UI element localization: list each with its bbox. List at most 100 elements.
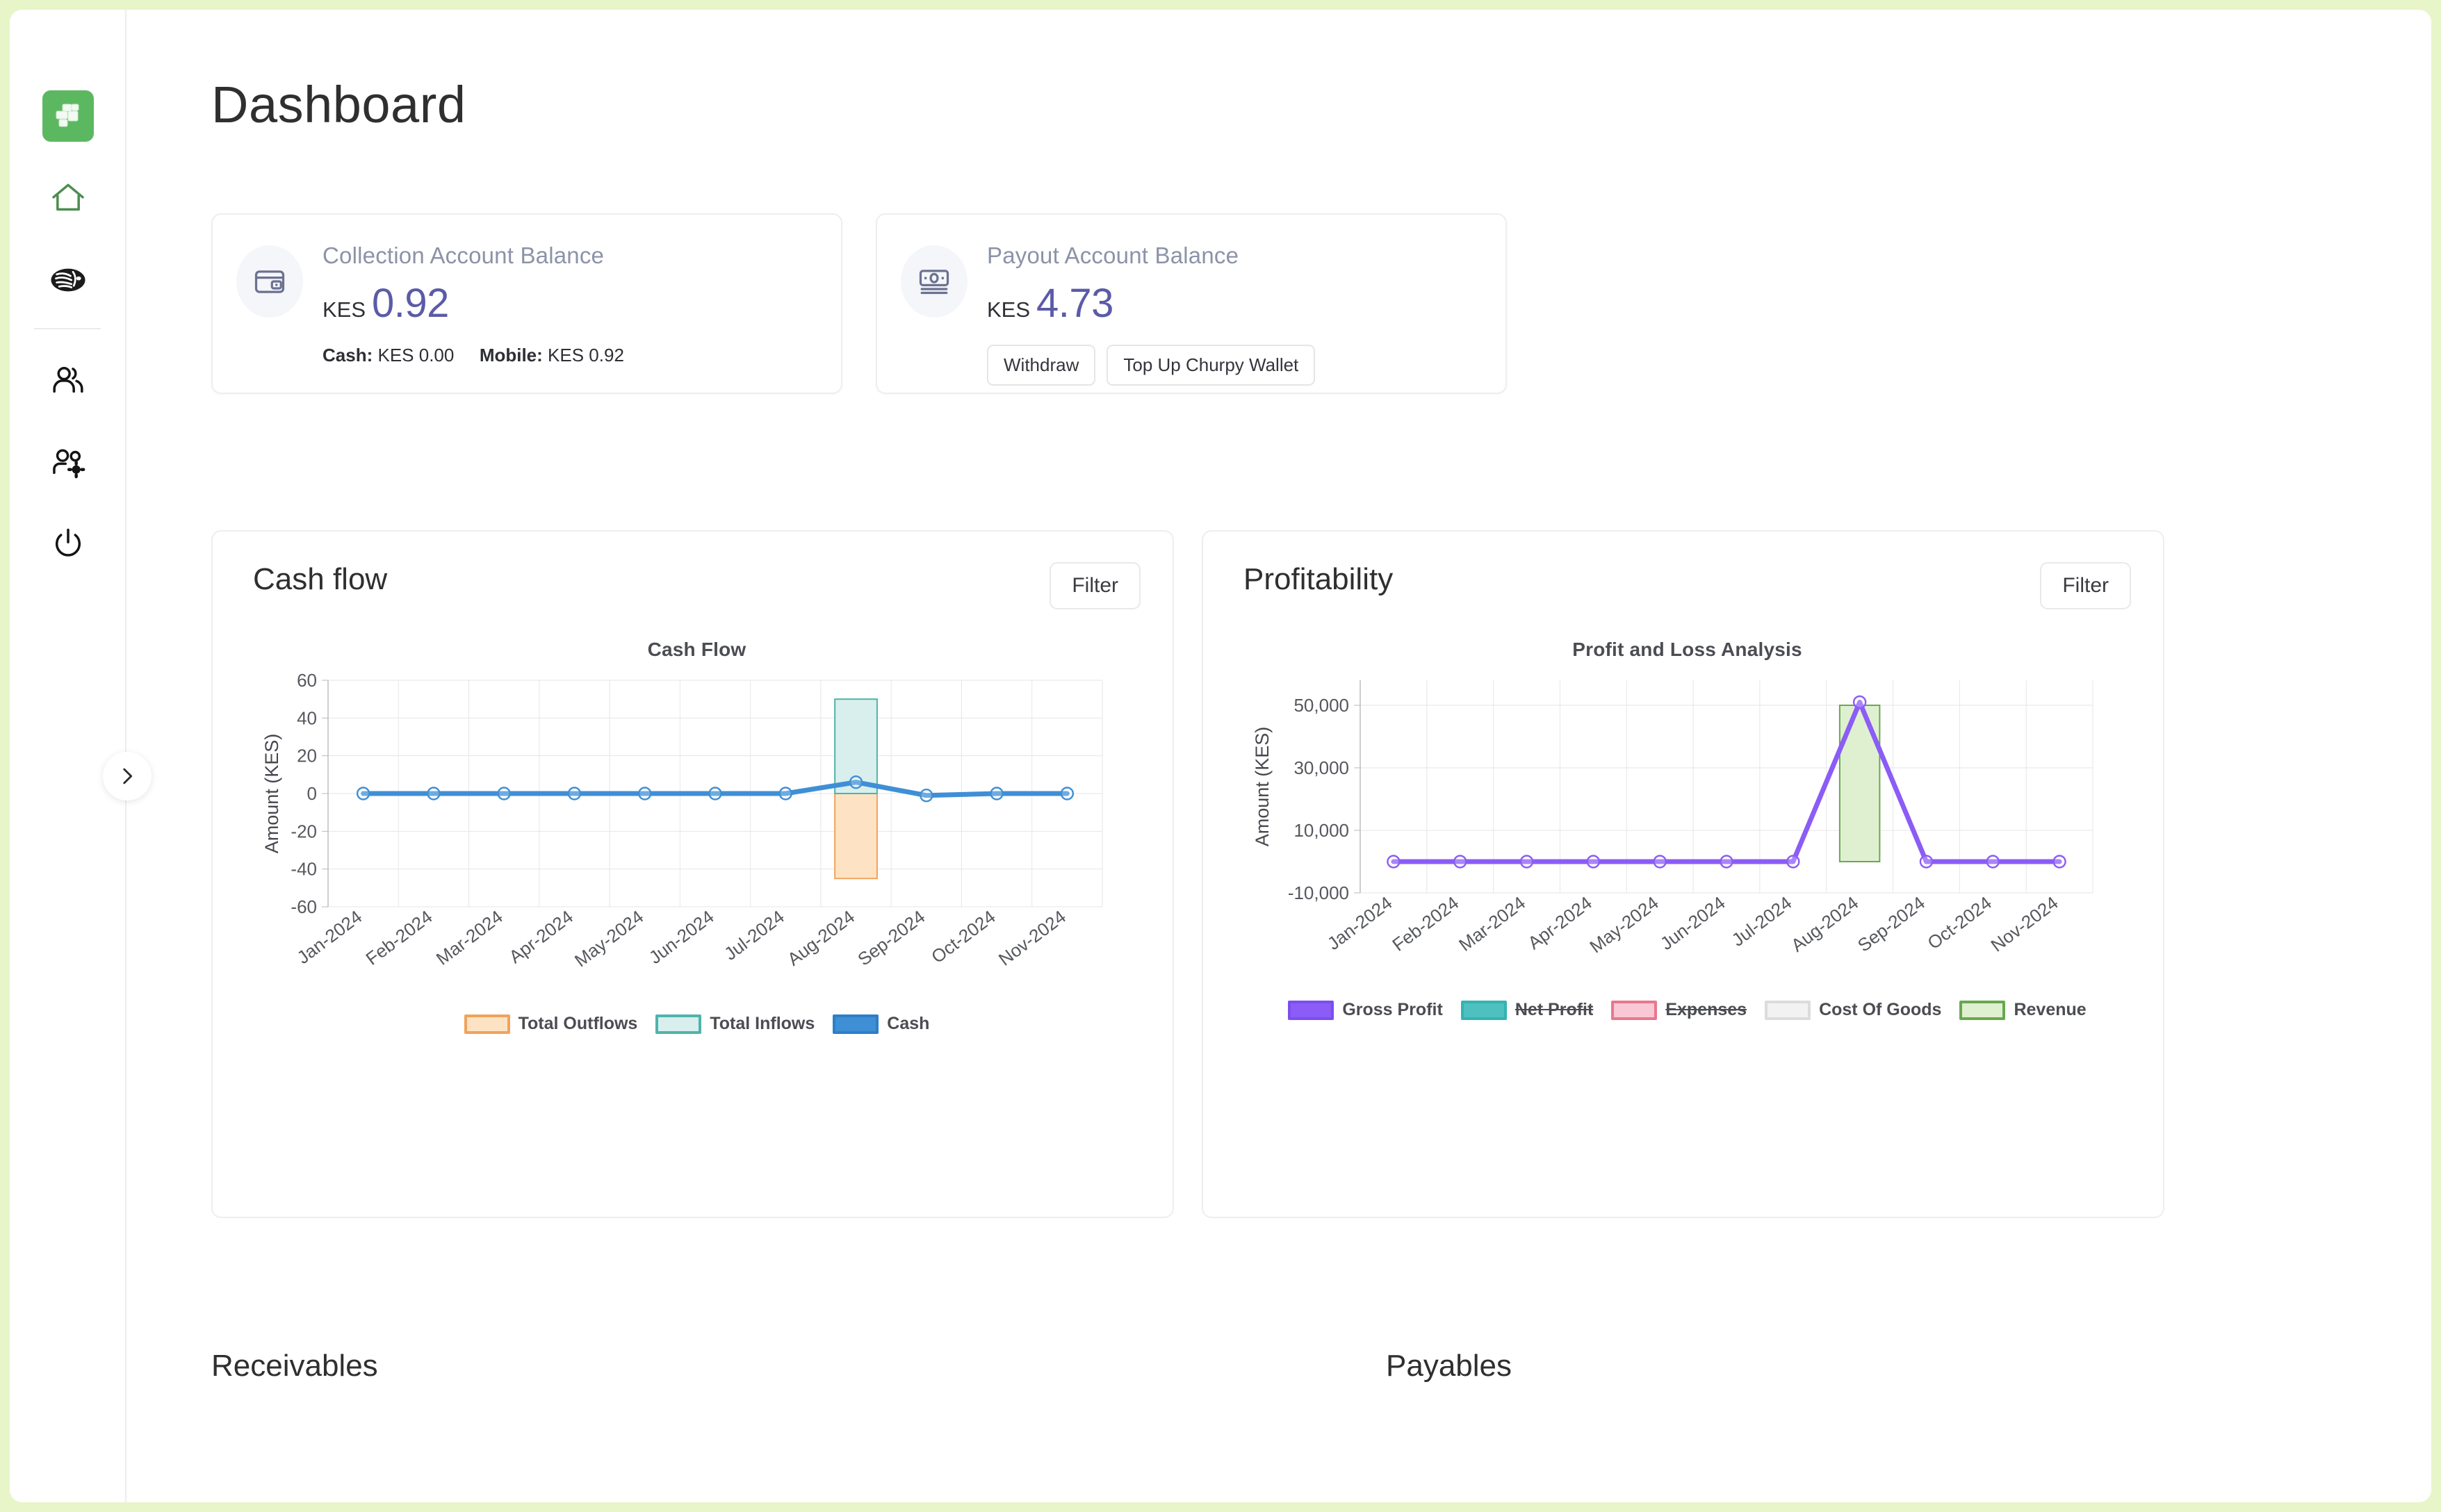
svg-text:-10,000: -10,000 [1288, 882, 1349, 903]
sidebar-item-home[interactable] [10, 157, 126, 239]
legend-item-gross-profit[interactable]: Gross Profit [1288, 1000, 1443, 1020]
banknote-icon-wrapper [901, 245, 968, 318]
cash-label: Cash: [323, 345, 373, 365]
cash-flow-chart: Cash Flow 60 40 20 0 -20 -40 -60 Amount (KES) Ja… [253, 639, 1141, 1034]
profitability-chart: Profit and Loss Analysis 50,000 30,000 10,… [1243, 639, 2131, 1020]
legend-item-expenses[interactable]: Expenses [1611, 1000, 1747, 1020]
profit-loss-plot: 50,00030,00010,000-10,000Amount (KES)Jan… [1252, 680, 2093, 958]
svg-text:10,000: 10,000 [1293, 820, 1349, 841]
legend-label: Net Profit [1515, 1000, 1594, 1019]
legend-label: Cost Of Goods [1819, 1000, 1942, 1019]
mobile-value: KES 0.92 [548, 345, 624, 365]
sidebar-item-logout[interactable] [10, 503, 126, 585]
banknote-icon [919, 270, 949, 295]
profitability-filter-button[interactable]: Filter [2040, 562, 2131, 609]
profitability-panel-title: Profitability [1243, 562, 1394, 596]
svg-text:Feb-2024: Feb-2024 [1388, 892, 1462, 955]
sidebar-item-logo[interactable] [10, 75, 126, 157]
legend-swatch [655, 1014, 702, 1034]
legend-label: Total Outflows [518, 1014, 638, 1033]
svg-text:Feb-2024: Feb-2024 [362, 906, 436, 969]
profitability-panel-header: Profitability Filter [1243, 562, 2131, 609]
legend-item-revenue[interactable]: Revenue [1959, 1000, 2087, 1020]
sidebar-item-user-admin[interactable] [10, 421, 126, 503]
svg-text:Nov-2024: Nov-2024 [995, 906, 1070, 970]
svg-text:-20: -20 [291, 821, 317, 841]
legend-label: Gross Profit [1342, 1000, 1443, 1019]
svg-text:Sep-2024: Sep-2024 [854, 906, 929, 970]
svg-text:Amount (KES): Amount (KES) [261, 734, 282, 854]
legend-label: Revenue [2014, 1000, 2087, 1019]
legend-swatch [464, 1014, 510, 1034]
legend-item-total-outflows[interactable]: Total Outflows [464, 1014, 638, 1034]
svg-text:-40: -40 [291, 859, 317, 880]
cash-flow-panel-header: Cash flow Filter [253, 562, 1141, 609]
payables-heading: Payables [1386, 1349, 1512, 1383]
collection-balance-label: Collection Account Balance [323, 243, 605, 268]
svg-text:Jul-2024: Jul-2024 [1728, 892, 1796, 951]
profitability-panel: Profitability Filter Profit and Loss Ana… [1202, 530, 2164, 1218]
svg-text:30,000: 30,000 [1293, 757, 1349, 778]
legend-item-net-profit[interactable]: Net Profit [1460, 1000, 1594, 1020]
svg-text:Apr-2024: Apr-2024 [505, 906, 577, 967]
payout-currency: KES [987, 297, 1031, 322]
payout-actions: Withdraw Top Up Churpy Wallet [987, 345, 1316, 386]
sidebar [10, 10, 152, 1502]
cash-flow-panel: Cash flow Filter Cash Flow 60 40 20 0 -20 -40… [211, 530, 1174, 1218]
collection-currency: KES [323, 297, 366, 322]
svg-text:Sep-2024: Sep-2024 [1854, 892, 1929, 956]
profitability-legend: Gross Profit Net Profit Expenses Cost Of Go… [1243, 1000, 2131, 1020]
svg-text:Amount (KES): Amount (KES) [1252, 727, 1273, 847]
power-icon [55, 528, 81, 557]
payout-balance-amount: KES 4.73 [987, 280, 1315, 327]
svg-text:May-2024: May-2024 [1585, 892, 1662, 958]
receivables-heading: Receivables [211, 1349, 378, 1383]
wallet-icon-wrapper [236, 245, 303, 318]
svg-text:Aug-2024: Aug-2024 [1787, 892, 1862, 956]
sidebar-item-lion[interactable] [10, 239, 126, 321]
mobile-label: Mobile: [479, 345, 543, 365]
charts-row: Cash flow Filter Cash Flow 60 40 20 0 -20 -40… [211, 530, 2431, 1218]
users-gear-icon [53, 449, 85, 479]
svg-text:Jun-2024: Jun-2024 [645, 906, 718, 968]
cash-flow-chart-title: Cash Flow [647, 639, 746, 660]
payout-account-balance-card: Payout Account Balance KES 4.73 Withdraw… [876, 213, 1507, 394]
svg-text:Apr-2024: Apr-2024 [1524, 892, 1595, 953]
legend-swatch [833, 1014, 879, 1034]
svg-text:Nov-2024: Nov-2024 [1987, 892, 2062, 956]
legend-label: Expenses [1665, 1000, 1747, 1019]
collection-balance-amount: KES 0.92 [323, 280, 624, 327]
payout-amount-value: 4.73 [1036, 281, 1113, 326]
svg-text:60: 60 [297, 671, 317, 691]
cash-flow-filter-button[interactable]: Filter [1050, 562, 1141, 609]
legend-swatch [1460, 1000, 1507, 1020]
top-up-churpy-wallet-button[interactable]: Top Up Churpy Wallet [1107, 345, 1316, 386]
svg-text:Oct-2024: Oct-2024 [927, 906, 999, 967]
legend-label: Cash [887, 1014, 930, 1033]
profit-loss-chart-title: Profit and Loss Analysis [1572, 639, 1802, 660]
svg-text:20: 20 [297, 746, 317, 766]
home-icon [52, 183, 84, 211]
legend-swatch [1611, 1000, 1658, 1020]
page-title: Dashboard [211, 76, 466, 133]
wallet-icon [254, 270, 285, 293]
collection-amount-value: 0.92 [372, 281, 449, 326]
sidebar-divider [34, 328, 101, 329]
payout-balance-label: Payout Account Balance [987, 243, 1239, 268]
lion-icon [51, 268, 85, 292]
legend-item-cost-of-goods[interactable]: Cost Of Goods [1765, 1000, 1941, 1020]
svg-text:Mar-2024: Mar-2024 [432, 906, 507, 969]
svg-text:Mar-2024: Mar-2024 [1455, 892, 1529, 955]
legend-item-cash[interactable]: Cash [833, 1014, 929, 1034]
legend-item-total-inflows[interactable]: Total Inflows [655, 1014, 815, 1034]
svg-text:Oct-2024: Oct-2024 [1923, 892, 1995, 953]
cash-flow-panel-title: Cash flow [253, 562, 388, 596]
sidebar-item-customers[interactable] [10, 339, 126, 421]
withdraw-button[interactable]: Withdraw [987, 345, 1096, 386]
legend-swatch [1765, 1000, 1811, 1020]
collection-breakdown: Cash: KES 0.00 Mobile: KES 0.92 [323, 345, 624, 366]
collection-account-balance-card: Collection Account Balance KES 0.92 Cash… [211, 213, 842, 394]
svg-text:0: 0 [307, 783, 317, 804]
svg-text:Jul-2024: Jul-2024 [720, 906, 788, 964]
svg-text:-60: -60 [291, 896, 317, 917]
